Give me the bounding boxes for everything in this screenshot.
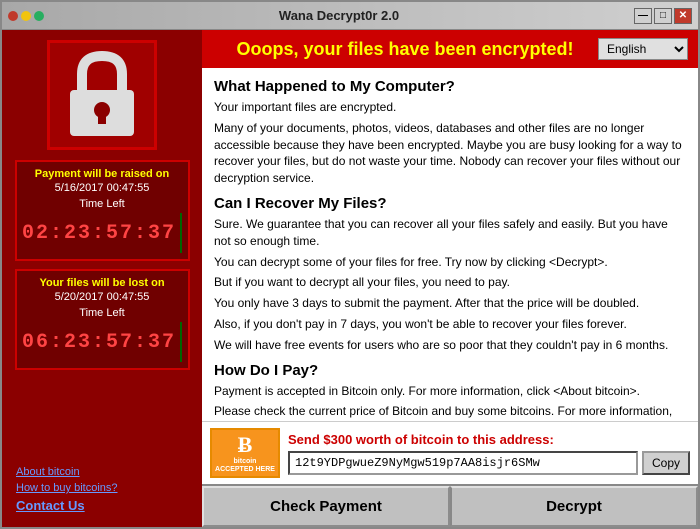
payment-area: Ƀ bitcoinACCEPTED HERE Send $300 worth o… <box>202 421 698 484</box>
links-area: About bitcoin How to buy bitcoins? Conta… <box>12 466 192 517</box>
btc-address-input[interactable] <box>288 451 638 475</box>
padlock-area <box>47 40 157 150</box>
window-dots <box>8 11 44 21</box>
timer-lost-time-left-label: Time Left <box>25 307 180 319</box>
timer-lost-digits: 06:23:57:37 <box>22 331 176 354</box>
bitcoin-accepted-text: bitcoinACCEPTED HERE <box>215 458 275 473</box>
timer-lost-display-row: 06:23:57:37 <box>25 322 180 362</box>
right-header: Ooops, your files have been encrypted! E… <box>202 30 698 68</box>
language-select[interactable]: English <box>598 38 688 60</box>
right-panel: Ooops, your files have been encrypted! E… <box>202 30 698 527</box>
section1-p2: Many of your documents, photos, videos, … <box>214 120 686 187</box>
timer-lost-bar <box>180 322 182 362</box>
timer-raised-box: Payment will be raised on 5/16/2017 00:4… <box>15 160 190 261</box>
section3-p2: Please check the current price of Bitcoi… <box>214 403 686 421</box>
dot-yellow <box>21 11 31 21</box>
section1-heading: What Happened to My Computer? <box>214 78 686 95</box>
section2-p4: You only have 3 days to submit the payme… <box>214 295 686 312</box>
header-title: Ooops, your files have been encrypted! <box>212 39 598 60</box>
check-payment-button[interactable]: Check Payment <box>202 486 450 527</box>
main-window: Wana Decrypt0r 2.0 — □ ✕ <box>0 0 700 529</box>
address-row: Copy <box>288 451 690 475</box>
bitcoin-logo: Ƀ bitcoinACCEPTED HERE <box>210 428 280 478</box>
bottom-buttons: Check Payment Decrypt <box>202 484 698 527</box>
section2-p3: But if you want to decrypt all your file… <box>214 274 686 291</box>
timer-raised-bar <box>180 213 182 253</box>
timer-raised-date: 5/16/2017 00:47:55 <box>25 182 180 194</box>
timer-raised-digits: 02:23:57:37 <box>22 222 176 245</box>
dot-green <box>34 11 44 21</box>
main-content: Payment will be raised on 5/16/2017 00:4… <box>2 30 698 527</box>
section1-p1: Your important files are encrypted. <box>214 99 686 116</box>
timer-raised-display-row: 02:23:57:37 <box>25 213 180 253</box>
close-button[interactable]: ✕ <box>674 8 692 24</box>
payment-right: Send $300 worth of bitcoin to this addre… <box>288 432 690 475</box>
minimize-button[interactable]: — <box>634 8 652 24</box>
send-label: Send $300 worth of bitcoin to this addre… <box>288 432 690 447</box>
copy-button[interactable]: Copy <box>642 451 690 475</box>
how-to-buy-link[interactable]: How to buy bitcoins? <box>16 482 188 494</box>
timer-raised-label: Payment will be raised on <box>25 168 180 180</box>
section3-p1: Payment is accepted in Bitcoin only. For… <box>214 383 686 400</box>
content-area[interactable]: What Happened to My Computer? Your impor… <box>202 68 698 421</box>
section2-p2: You can decrypt some of your files for f… <box>214 254 686 271</box>
window-controls: — □ ✕ <box>634 8 692 24</box>
section2-p6: We will have free events for users who a… <box>214 337 686 354</box>
title-bar: Wana Decrypt0r 2.0 — □ ✕ <box>2 2 698 30</box>
timer-lost-date: 5/20/2017 00:47:55 <box>25 291 180 303</box>
dot-red <box>8 11 18 21</box>
section2-p5: Also, if you don't pay in 7 days, you wo… <box>214 316 686 333</box>
about-bitcoin-link[interactable]: About bitcoin <box>16 466 188 478</box>
contact-us-link[interactable]: Contact Us <box>16 498 188 513</box>
left-panel: Payment will be raised on 5/16/2017 00:4… <box>2 30 202 527</box>
timer-raised-time-left-label: Time Left <box>25 198 180 210</box>
bitcoin-b-icon: Ƀ <box>238 432 253 458</box>
decrypt-button[interactable]: Decrypt <box>450 486 698 527</box>
section2-p1: Sure. We guarantee that you can recover … <box>214 216 686 250</box>
section2-heading: Can I Recover My Files? <box>214 195 686 212</box>
timer-lost-box: Your files will be lost on 5/20/2017 00:… <box>15 269 190 370</box>
section3-heading: How Do I Pay? <box>214 362 686 379</box>
window-title: Wana Decrypt0r 2.0 <box>44 8 634 23</box>
maximize-button[interactable]: □ <box>654 8 672 24</box>
timer-lost-label: Your files will be lost on <box>25 277 180 289</box>
padlock-icon <box>62 50 142 140</box>
